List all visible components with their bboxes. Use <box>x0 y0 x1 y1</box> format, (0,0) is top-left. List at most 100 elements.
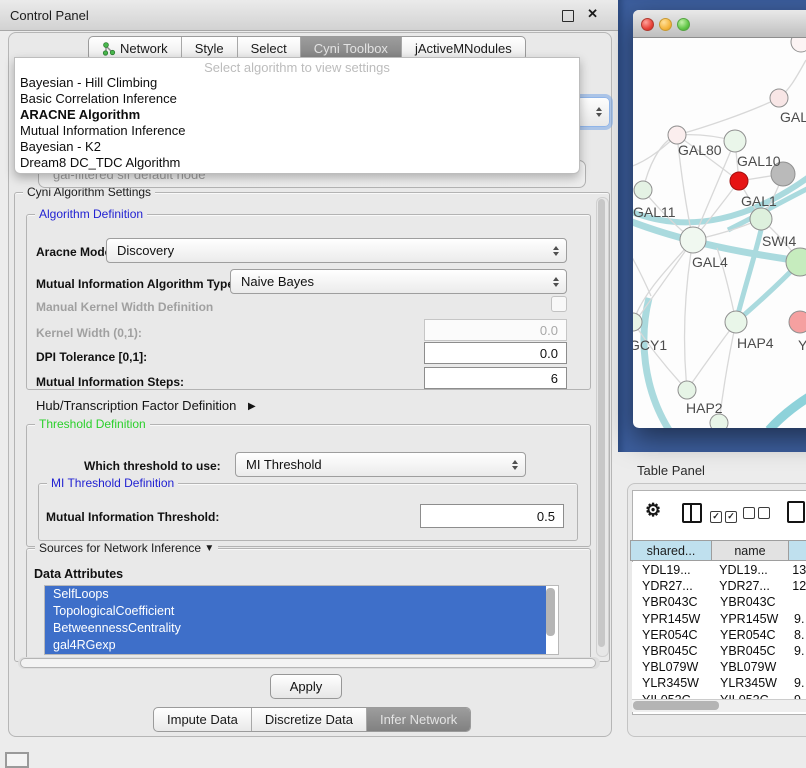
checked-boxes-icon[interactable]: ✓✓ <box>710 506 740 524</box>
dropdown-item-bayesian-hill-climbing[interactable]: Bayesian - Hill Climbing <box>15 75 579 91</box>
label-gal1: GAL1 <box>741 193 777 209</box>
columns-icon[interactable] <box>682 503 702 523</box>
list-item-gal4rgexp[interactable]: gal4RGexp <box>45 637 546 654</box>
data-attributes-list[interactable]: SelfLoops TopologicalCoefficient Between… <box>44 585 559 655</box>
table-row[interactable]: YDL19...YDL19...13 <box>632 562 806 578</box>
table-row[interactable]: YDR27...YDR27...12 <box>632 578 806 594</box>
node-swi4[interactable] <box>750 208 772 230</box>
gear-icon[interactable]: ⚙ <box>645 500 661 521</box>
tab-infer-network[interactable]: Infer Network <box>367 708 470 731</box>
settings-vertical-scrollbar[interactable] <box>596 197 609 657</box>
table-panel-title: Table Panel <box>637 463 705 478</box>
list-item-topologicalcoefficient[interactable]: TopologicalCoefficient <box>45 603 546 620</box>
dpi-tolerance-label: DPI Tolerance [0,1]: <box>36 350 147 364</box>
close-traffic-light-icon[interactable] <box>641 18 654 31</box>
zoom-traffic-light-icon[interactable] <box>677 18 690 31</box>
label-gal4: GAL4 <box>692 254 728 270</box>
table-horizontal-scrollbar[interactable] <box>632 699 806 712</box>
dropdown-prompt: Select algorithm to view settings <box>15 58 579 75</box>
spinner-arrows-icon <box>553 277 559 287</box>
close-panel-icon[interactable]: ✕ <box>587 6 598 22</box>
dropdown-item-bayesian-k2[interactable]: Bayesian - K2 <box>15 139 579 155</box>
tab-network-label: Network <box>120 41 168 56</box>
node-hap4[interactable] <box>725 311 747 333</box>
minimize-traffic-light-icon[interactable] <box>659 18 672 31</box>
label-y-partial: Y <box>798 337 806 353</box>
dropdown-item-basic-correlation[interactable]: Basic Correlation Inference <box>15 91 579 107</box>
algorithm-dropdown-list: Select algorithm to view settings Bayesi… <box>14 57 580 174</box>
aracne-mode-combo[interactable]: Discovery <box>106 238 567 263</box>
table-row[interactable]: YLR345WYLR345W9. <box>632 675 806 691</box>
mi-steps-field[interactable]: 6 <box>424 367 567 389</box>
label-hap4: HAP4 <box>737 335 774 351</box>
network-canvas[interactable]: GAL GAL80 GAL10 GAL1 GAL11 SWI4 GAL4 GCY… <box>633 38 806 428</box>
column-header-partial[interactable]: A <box>788 540 806 561</box>
hub-definition-toggle[interactable]: Hub/Transcription Factor Definition ▶ <box>36 398 256 413</box>
node-hap2[interactable] <box>678 381 696 399</box>
which-threshold-value: MI Threshold <box>246 457 322 472</box>
manual-kernel-checkbox[interactable] <box>551 296 567 312</box>
network-view-window: GAL GAL80 GAL10 GAL1 GAL11 SWI4 GAL4 GCY… <box>633 10 806 428</box>
tab-impute-data[interactable]: Impute Data <box>154 708 252 731</box>
dpi-tolerance-field[interactable]: 0.0 <box>424 342 567 364</box>
node-gal11[interactable] <box>634 181 652 199</box>
table-row[interactable]: YBR043CYBR043C <box>632 594 806 610</box>
node-gcy1[interactable] <box>633 313 642 331</box>
list-item-betweennesscentrality[interactable]: BetweennessCentrality <box>45 620 546 637</box>
mi-threshold-field[interactable]: 0.5 <box>420 504 564 528</box>
chevron-down-icon: ▼ <box>204 543 214 554</box>
apply-button[interactable]: Apply <box>270 674 342 699</box>
scrollbar-thumb[interactable] <box>633 701 719 710</box>
dropdown-item-dream8[interactable]: Dream8 DC_TDC Algorithm <box>15 155 579 171</box>
label-gal80: GAL80 <box>678 142 722 158</box>
algorithm-combo-arrow-fragment[interactable] <box>576 97 610 127</box>
label-swi4: SWI4 <box>762 233 796 249</box>
column-header-shared[interactable]: shared... <box>630 540 712 561</box>
panel-title: Control Panel <box>10 8 89 23</box>
algorithm-definition-title: Algorithm Definition <box>35 207 147 221</box>
node-gal10[interactable] <box>724 130 746 152</box>
table-row[interactable]: YER054CYER054C8. <box>632 627 806 643</box>
label-gal11: GAL11 <box>633 204 676 220</box>
data-attributes-label: Data Attributes <box>34 567 123 581</box>
dropdown-item-aracne[interactable]: ARACNE Algorithm <box>15 107 579 123</box>
tab-discretize-data[interactable]: Discretize Data <box>252 708 367 731</box>
scrollbar-thumb[interactable] <box>598 199 605 647</box>
label-gal10: GAL10 <box>737 153 781 169</box>
attribute-list-scrollbar[interactable] <box>546 588 555 636</box>
table-row[interactable]: YBR045CYBR045C9. <box>632 643 806 659</box>
node-y-partial[interactable] <box>789 311 806 333</box>
which-threshold-combo[interactable]: MI Threshold <box>235 452 526 477</box>
node-partial-top[interactable] <box>791 38 806 52</box>
scrollbar-thumb[interactable] <box>20 658 596 668</box>
aracne-mode-label: Aracne Mode: <box>36 245 115 259</box>
table-row[interactable]: YBL079WYBL079W <box>632 659 806 675</box>
node-gal4[interactable] <box>680 227 706 253</box>
threshold-definition-title: Threshold Definition <box>35 417 150 431</box>
kernel-width-field[interactable]: 0.0 <box>424 319 567 341</box>
network-icon <box>102 42 116 56</box>
minimized-panel-icon[interactable] <box>5 752 29 768</box>
table-row[interactable]: YPR145WYPR145W9. <box>632 611 806 627</box>
manual-kernel-label: Manual Kernel Width Definition <box>36 300 213 314</box>
node-partial-bottom[interactable] <box>710 414 728 428</box>
which-threshold-label: Which threshold to use: <box>84 459 221 473</box>
table-row[interactable]: YIL052CYIL052C9 <box>632 692 806 700</box>
label-gal-partial: GAL <box>780 109 806 125</box>
chevron-right-icon: ▶ <box>248 401 256 412</box>
column-header-name[interactable]: name <box>711 540 789 561</box>
mi-type-combo[interactable]: Naive Bayes <box>230 269 567 294</box>
control-panel-titlebar: Control Panel ✕ <box>0 0 618 31</box>
unchecked-boxes-icon[interactable] <box>743 506 773 524</box>
node-gal-partial[interactable] <box>770 89 788 107</box>
sources-group-title[interactable]: Sources for Network Inference ▼ <box>35 541 218 555</box>
float-panel-icon[interactable] <box>562 10 574 22</box>
network-window-titlebar[interactable] <box>633 10 806 38</box>
page-icon[interactable] <box>787 501 805 523</box>
settings-horizontal-scrollbar[interactable] <box>18 657 600 669</box>
label-hap2: HAP2 <box>686 400 723 416</box>
dropdown-item-mutual-information[interactable]: Mutual Information Inference <box>15 123 579 139</box>
node-gal1-selected[interactable] <box>730 172 748 190</box>
list-item-selfloops[interactable]: SelfLoops <box>45 586 546 603</box>
mi-threshold-title: MI Threshold Definition <box>47 476 178 490</box>
